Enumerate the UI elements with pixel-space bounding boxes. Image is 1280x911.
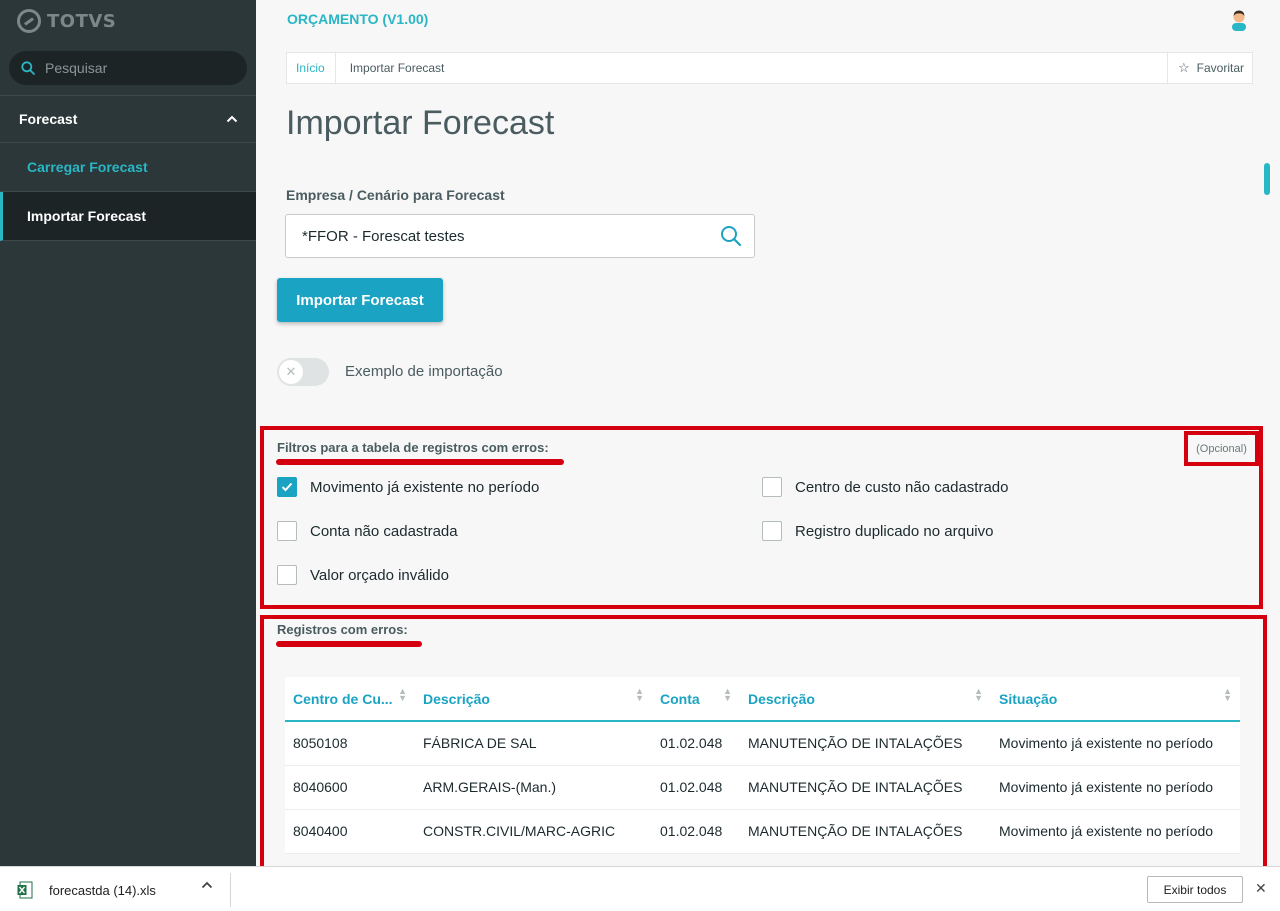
example-import-toggle[interactable]: ✕	[277, 358, 329, 386]
column-header[interactable]: Conta ▲ ▼	[652, 677, 740, 722]
optional-label: (Opcional)	[1184, 431, 1259, 466]
breadcrumb-current: Importar Forecast	[349, 61, 445, 75]
column-header-label: Conta	[660, 690, 700, 707]
breadcrumb: Início Importar Forecast ☆ Favoritar	[286, 52, 1253, 84]
close-icon: ✕	[279, 360, 303, 384]
sidebar-search-input[interactable]	[45, 60, 225, 76]
filter-valor-orcado-invalido[interactable]: Valor orçado inválido	[277, 565, 449, 585]
table-cell: MANUTENÇÃO DE INTALAÇÕES	[740, 765, 991, 810]
errors-title: Registros com erros:	[277, 622, 408, 637]
app-root: TOTVS Forecast Carregar Forecast Importa…	[0, 0, 1280, 911]
favorite-button[interactable]: ☆ Favoritar	[1167, 53, 1252, 83]
scrollbar-thumb[interactable]	[1264, 163, 1270, 195]
sidebar: TOTVS Forecast Carregar Forecast Importa…	[0, 0, 256, 866]
column-header-label: Situação	[999, 690, 1058, 707]
breadcrumb-home-link[interactable]: Início	[287, 53, 336, 83]
table-cell: 8040400	[285, 809, 415, 854]
sidebar-item-carregar-forecast[interactable]: Carregar Forecast	[0, 143, 256, 192]
user-avatar-icon[interactable]	[1229, 9, 1249, 31]
excel-file-icon	[17, 881, 33, 899]
column-header[interactable]: Descrição ▲ ▼	[740, 677, 991, 722]
company-scenario-value: *FFOR - Forescat testes	[302, 227, 465, 245]
table-cell: 01.02.048	[652, 765, 740, 810]
search-icon	[21, 61, 35, 75]
app-title: ORÇAMENTO (V1.00)	[287, 11, 429, 27]
star-icon: ☆	[1178, 60, 1190, 75]
close-icon[interactable]: ✕	[1255, 880, 1267, 897]
divider	[230, 873, 231, 907]
favorite-label: Favoritar	[1196, 61, 1244, 75]
menu-group-label: Forecast	[19, 111, 78, 127]
filter-movimento-existente[interactable]: Movimento já existente no período	[277, 477, 539, 497]
table-cell: Movimento já existente no período	[991, 721, 1240, 766]
column-header-label: Descrição	[423, 690, 490, 707]
sidebar-item-label: Importar Forecast	[27, 208, 147, 224]
checkbox[interactable]	[277, 477, 297, 497]
table-cell: 8050108	[285, 721, 415, 766]
table-cell: 8040600	[285, 765, 415, 810]
filter-label: Centro de custo não cadastrado	[795, 478, 1009, 496]
table-cell: FÁBRICA DE SAL	[415, 721, 652, 766]
filters-title: Filtros para a tabela de registros com e…	[277, 440, 549, 455]
chevron-up-icon[interactable]	[201, 881, 213, 889]
filter-registro-duplicado[interactable]: Registro duplicado no arquivo	[762, 521, 993, 541]
logo-text: TOTVS	[47, 10, 117, 32]
table-cell: 01.02.048	[652, 809, 740, 854]
totvs-logo[interactable]: TOTVS	[17, 8, 116, 34]
table-cell: Movimento já existente no período	[991, 765, 1240, 810]
show-all-downloads-button[interactable]: Exibir todos	[1147, 876, 1243, 903]
table-cell: CONSTR.CIVIL/MARC-AGRIC	[415, 809, 652, 854]
table-row[interactable]: 8040600 ARM.GERAIS-(Man.) 01.02.048 MANU…	[285, 765, 1240, 810]
download-item[interactable]: forecastda (14).xls	[17, 881, 156, 899]
column-header[interactable]: Descrição ▲ ▼	[415, 677, 652, 722]
checkbox[interactable]	[762, 521, 782, 541]
import-forecast-button[interactable]: Importar Forecast	[277, 278, 443, 322]
table-cell: 01.02.048	[652, 721, 740, 766]
checkbox[interactable]	[277, 565, 297, 585]
sort-icon[interactable]: ▲ ▼	[635, 687, 644, 703]
company-scenario-lookup[interactable]: *FFOR - Forescat testes	[285, 214, 755, 258]
example-import-label: Exemplo de importação	[345, 363, 503, 380]
column-header[interactable]: Situação ▲ ▼	[991, 677, 1240, 722]
page-title: Importar Forecast	[286, 104, 555, 142]
filter-label: Registro duplicado no arquivo	[795, 522, 994, 540]
sort-icon[interactable]: ▲ ▼	[974, 687, 983, 703]
column-header-label: Centro de Cu...	[293, 690, 393, 707]
sort-icon[interactable]: ▲ ▼	[398, 687, 407, 703]
download-file-name: forecastda (14).xls	[49, 882, 156, 898]
sidebar-item-importar-forecast[interactable]: Importar Forecast	[0, 192, 256, 241]
errors-title-underline	[276, 641, 422, 647]
filter-conta-nao-cadastrada[interactable]: Conta não cadastrada	[277, 521, 458, 541]
sort-icon[interactable]: ▲ ▼	[1223, 687, 1232, 703]
search-icon[interactable]	[720, 225, 742, 247]
totvs-logo-icon	[17, 9, 41, 33]
table-cell: Movimento já existente no período	[991, 809, 1240, 854]
check-icon	[281, 482, 293, 492]
column-header-label: Descrição	[748, 690, 815, 707]
sort-icon[interactable]: ▲ ▼	[723, 687, 732, 703]
download-bar: forecastda (14).xls	[0, 866, 1280, 911]
errors-table: Centro de Cu... ▲ ▼ Descrição ▲ ▼ Conta ▲ ▼ De…	[285, 677, 1240, 854]
table-cell: MANUTENÇÃO DE INTALAÇÕES	[740, 721, 991, 766]
filter-centro-custo-nao-cadastrado[interactable]: Centro de custo não cadastrado	[762, 477, 1008, 497]
column-header[interactable]: Centro de Cu... ▲ ▼	[285, 677, 415, 722]
company-scenario-label: Empresa / Cenário para Forecast	[286, 187, 505, 203]
checkbox[interactable]	[762, 477, 782, 497]
table-cell: ARM.GERAIS-(Man.)	[415, 765, 652, 810]
checkbox[interactable]	[277, 521, 297, 541]
filter-label: Valor orçado inválido	[310, 566, 449, 584]
filters-title-underline	[276, 459, 564, 465]
filter-label: Conta não cadastrada	[310, 522, 458, 540]
table-cell: MANUTENÇÃO DE INTALAÇÕES	[740, 809, 991, 854]
menu-group-forecast[interactable]: Forecast	[0, 95, 256, 143]
table-row[interactable]: 8040400 CONSTR.CIVIL/MARC-AGRIC 01.02.04…	[285, 809, 1240, 854]
filter-label: Movimento já existente no período	[310, 478, 540, 496]
table-header-row: Centro de Cu... ▲ ▼ Descrição ▲ ▼ Conta ▲ ▼ De…	[285, 677, 1240, 722]
sidebar-item-label: Carregar Forecast	[27, 159, 148, 175]
table-row[interactable]: 8050108 FÁBRICA DE SAL 01.02.048 MANUTEN…	[285, 721, 1240, 766]
sidebar-search[interactable]	[9, 51, 247, 85]
chevron-up-icon	[226, 115, 238, 123]
